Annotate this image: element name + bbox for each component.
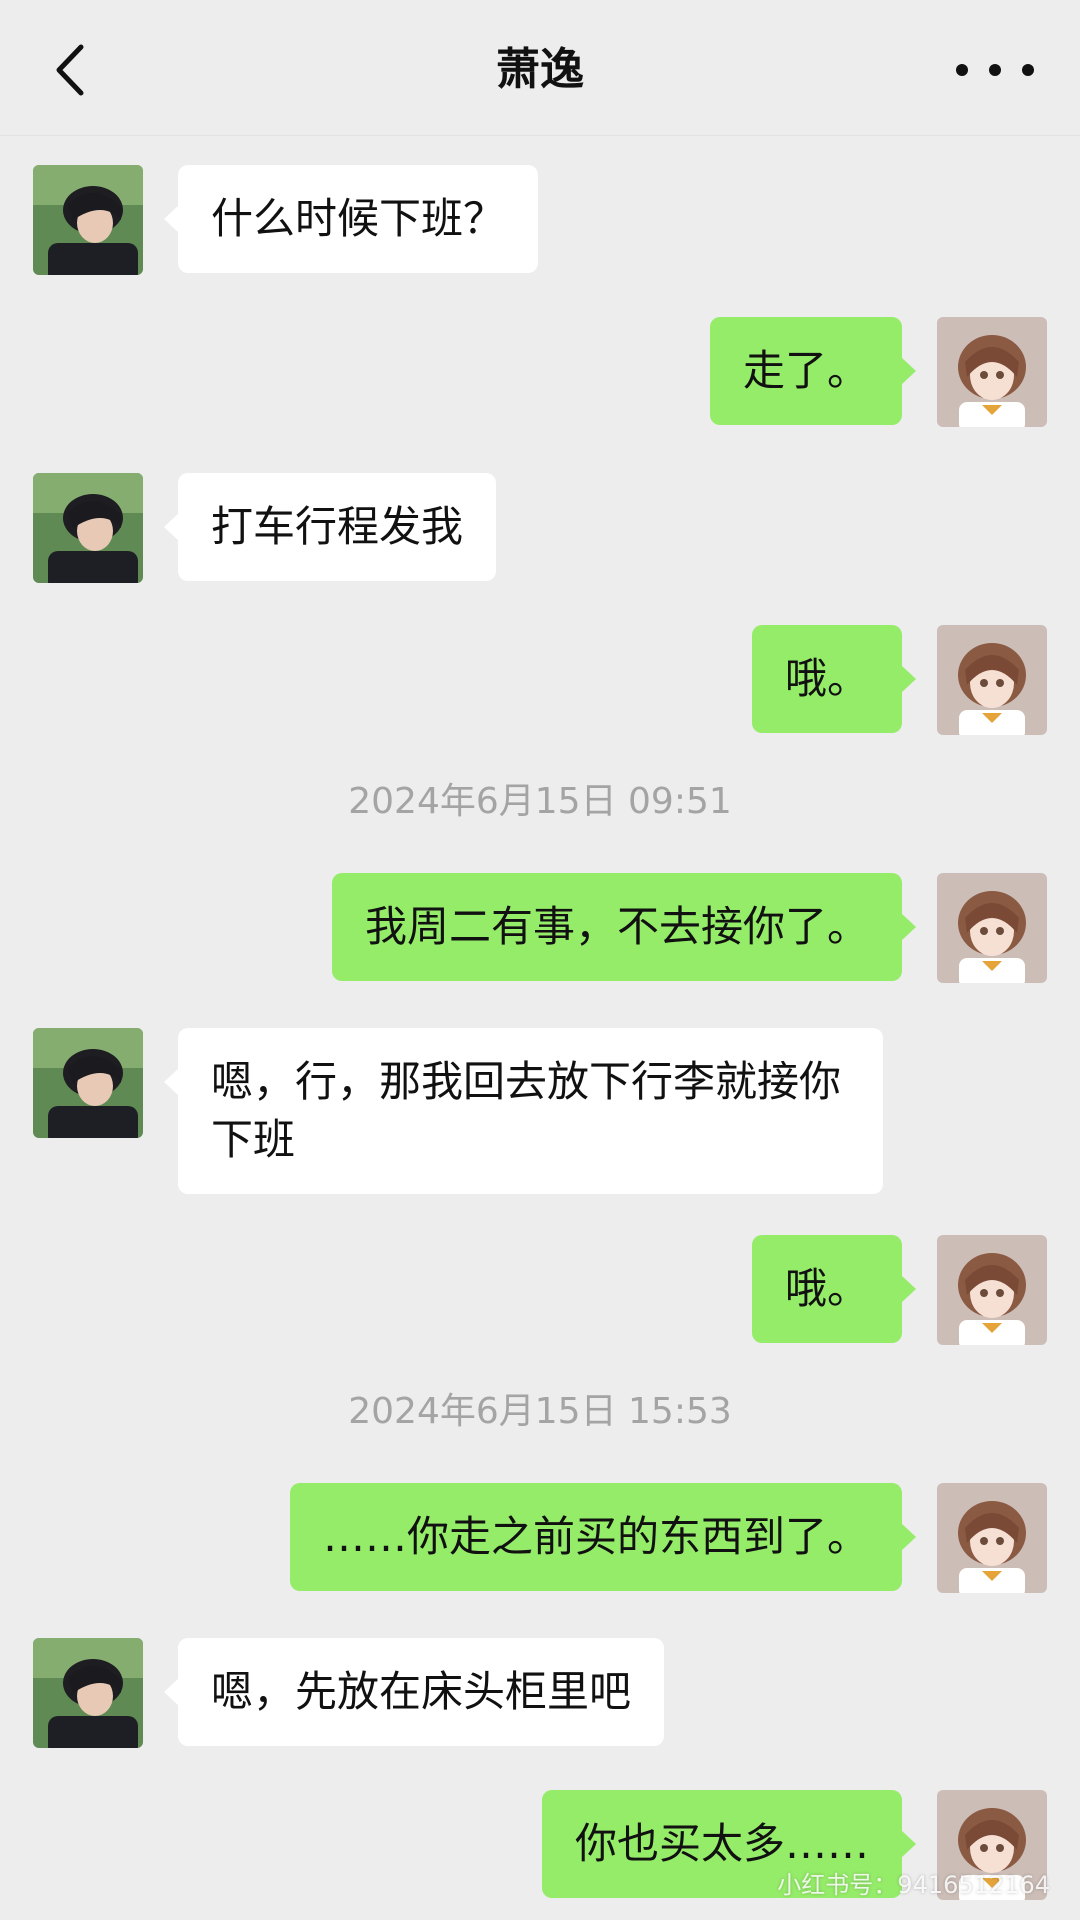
self-avatar[interactable] [937, 1235, 1047, 1345]
message-bubble[interactable]: ……你走之前买的东西到了。 [289, 1483, 917, 1591]
self-avatar[interactable] [937, 873, 1047, 983]
timestamp: 2024年6月15日 15:53 [348, 1391, 732, 1432]
message-bubble[interactable]: 什么时候下班？ [163, 165, 539, 273]
self-avatar[interactable] [937, 625, 1047, 735]
message-bubble[interactable]: 打车行程发我 [163, 473, 497, 581]
self-avatar[interactable] [937, 317, 1047, 427]
message-bubble[interactable]: 哦。 [751, 1235, 917, 1343]
chat-screen: 萧逸 什么时候下班？ 走了。 打车行程发我 哦。 2024年6月15日 09:5… [0, 0, 1080, 1920]
message-list[interactable]: 什么时候下班？ 走了。 打车行程发我 哦。 2024年6月15日 09:51 我… [0, 135, 1080, 1920]
message-bubble[interactable]: 嗯，行，那我回去放下行李就接你下班 [164, 1028, 883, 1194]
contact-avatar[interactable] [33, 165, 143, 275]
chat-title: 萧逸 [496, 44, 584, 95]
message-bubble[interactable]: 哦。 [751, 625, 917, 733]
chat-header: 萧逸 [0, 0, 1080, 136]
message-bubble[interactable]: 嗯，先放在床头柜里吧 [163, 1638, 665, 1746]
contact-avatar[interactable] [33, 1028, 143, 1138]
self-avatar[interactable] [937, 1483, 1047, 1593]
more-button[interactable] [950, 45, 1040, 95]
timestamp: 2024年6月15日 09:51 [348, 781, 732, 822]
message-bubble[interactable]: 我周二有事，不去接你了。 [331, 873, 917, 981]
message-bubble[interactable]: 走了。 [709, 317, 917, 425]
contact-avatar[interactable] [33, 473, 143, 583]
watermark: 小红书号：9416512164 [777, 1871, 1050, 1899]
contact-avatar[interactable] [33, 1638, 143, 1748]
more-dots-icon [956, 64, 1034, 76]
